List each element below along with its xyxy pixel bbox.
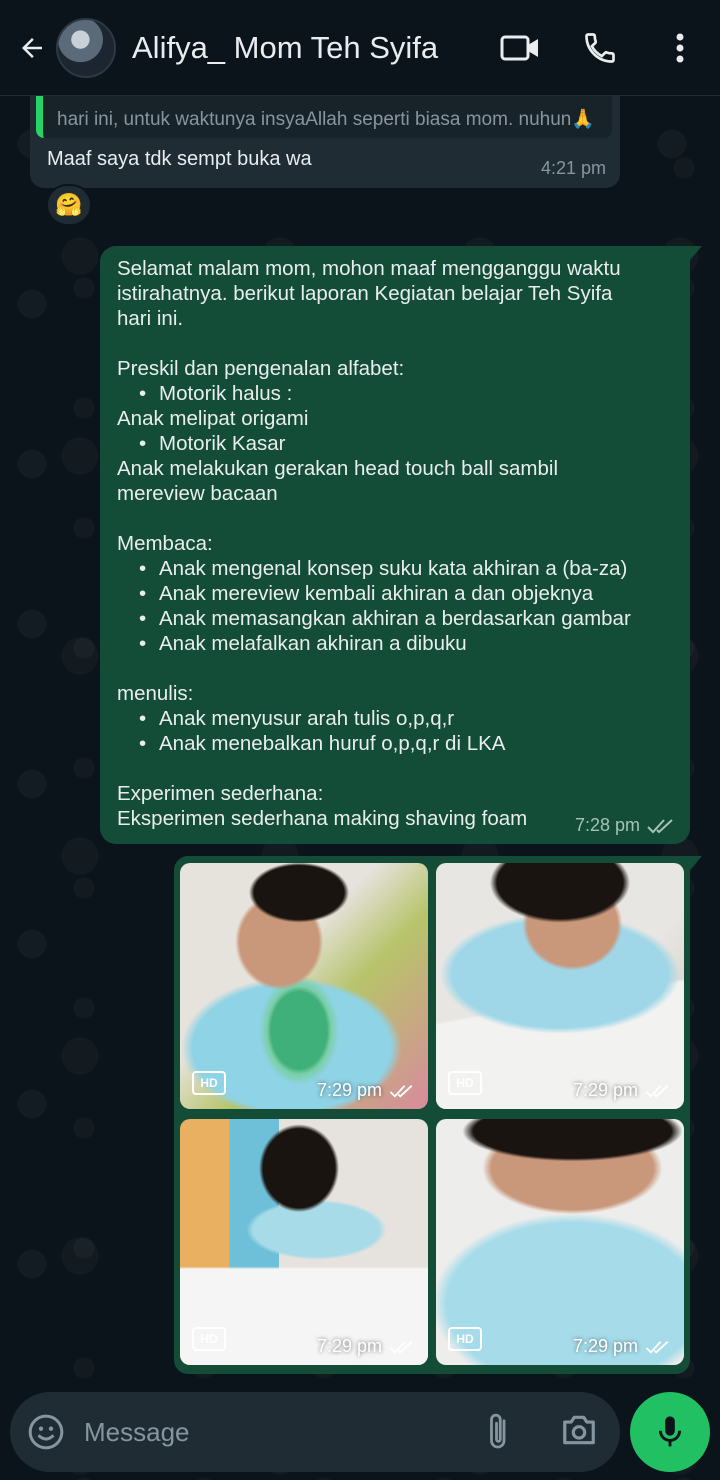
bullet-text: Anak melafalkan akhiran a dibuku — [159, 632, 467, 655]
message-input[interactable] — [84, 1414, 464, 1450]
contact-name[interactable]: Alifya_ Mom Teh Syifa — [132, 30, 438, 66]
more-vert-icon — [676, 33, 684, 63]
bullet-text: Anak menebalkan huruf o,p,q,r di LKA — [159, 732, 506, 755]
message-line: istirahatnya. berikut laporan Kegiatan b… — [117, 282, 613, 305]
bullet-item: • Anak menebalkan huruf o,p,q,r di LKA — [117, 731, 677, 756]
message-line: Selamat malam mom, mohon maaf mengganggu… — [117, 257, 621, 280]
message-line: menulis: — [117, 682, 194, 705]
incoming-message[interactable]: hari ini, untuk waktunya insyaAllah sepe… — [30, 80, 620, 188]
bullet-text: Anak mereview kembali akhiran a dan obje… — [159, 582, 594, 605]
double-check-icon — [389, 1084, 413, 1098]
bullet-dot: • — [139, 607, 147, 630]
bullet-dot: • — [139, 582, 147, 605]
bullet-dot: • — [139, 632, 147, 655]
photo-time-text: 7:29 pm — [572, 1080, 638, 1100]
bullet-item: • Anak melafalkan akhiran a dibuku — [117, 631, 677, 656]
bullet-item: • Motorik Kasar — [117, 431, 677, 456]
hd-badge: HD — [192, 1071, 226, 1095]
voice-call-button[interactable] — [560, 0, 640, 96]
message-line: Anak melipat origami — [117, 407, 309, 430]
media-album: HD 7:29 pm HD 7:29 pm HD 7:29 pm HD 7:29… — [174, 856, 702, 1374]
double-check-icon — [645, 1340, 669, 1354]
hd-badge: HD — [448, 1071, 482, 1095]
voice-record-button[interactable] — [630, 1392, 710, 1472]
message-time: 7:28 pm — [574, 815, 640, 835]
message-composer — [10, 1392, 620, 1472]
hd-badge: HD — [448, 1327, 482, 1351]
message-line: Preskil dan pengenalan alfabet: — [117, 357, 405, 380]
outgoing-message[interactable]: Selamat malam mom, mohon maaf mengganggu… — [100, 246, 702, 844]
message-line: Membaca: — [117, 532, 213, 555]
bullet-dot: • — [139, 382, 147, 405]
video-call-button[interactable] — [480, 0, 560, 96]
message-text: Maaf saya tdk sempt buka wa — [47, 148, 312, 170]
emoji-button[interactable] — [26, 1412, 66, 1452]
bullet-text: Anak memasangkan akhiran a berdasarkan g… — [159, 607, 631, 630]
bullet-item: • Anak mereview kembali akhiran a dan obj… — [117, 581, 677, 606]
photo-thumbnail[interactable]: HD 7:29 pm — [180, 863, 428, 1109]
message-line: hari ini. — [117, 307, 184, 330]
bullet-text: Anak menyusur arah tulis o,p,q,r — [159, 707, 455, 730]
photo-thumbnail[interactable]: HD 7:29 pm — [436, 1119, 684, 1365]
camera-icon — [563, 1415, 595, 1445]
bullet-text: Anak mengenal konsep suku kata akhiran a… — [159, 557, 628, 580]
microphone-icon — [658, 1416, 682, 1447]
attach-button[interactable] — [484, 1410, 524, 1454]
message-meta: 7:28 pm — [575, 815, 676, 836]
photo-time: 7:29 pm — [317, 1080, 416, 1101]
message-line: mereview bacaan — [117, 482, 278, 505]
bullet-text: Motorik halus : — [159, 382, 293, 405]
photo-time-text: 7:29 pm — [316, 1080, 382, 1100]
photo-time-text: 7:29 pm — [316, 1336, 382, 1356]
photo-thumbnail[interactable]: HD 7:29 pm — [180, 1119, 428, 1365]
bullet-dot: • — [139, 732, 147, 755]
bullet-item: • Anak memasangkan akhiran a berdasarkan … — [117, 606, 677, 631]
back-arrow-icon — [22, 37, 42, 58]
photo-time: 7:29 pm — [573, 1080, 672, 1101]
chat-header: Alifya_ Mom Teh Syifa — [0, 0, 720, 96]
photo-time-text: 7:29 pm — [572, 1336, 638, 1356]
double-check-icon — [389, 1340, 413, 1354]
photo-thumbnail[interactable]: HD 7:29 pm — [436, 863, 684, 1109]
paperclip-icon — [490, 1413, 506, 1449]
hd-badge: HD — [192, 1327, 226, 1351]
quoted-message-text: hari ini, untuk waktunya insyaAllah sepe… — [57, 109, 595, 130]
message-line: Experimen sederhana: — [117, 782, 324, 805]
phone-icon — [585, 33, 615, 63]
message-time: 4:21 pm — [540, 158, 606, 178]
double-check-icon — [645, 1084, 669, 1098]
bullet-dot: • — [139, 557, 147, 580]
photo-time: 7:29 pm — [573, 1336, 672, 1357]
more-options-button[interactable] — [640, 0, 720, 96]
bullet-text: Motorik Kasar — [159, 432, 286, 455]
double-check-icon — [647, 818, 673, 833]
contact-avatar[interactable] — [56, 17, 116, 78]
bullet-item: • Motorik halus : — [117, 381, 677, 406]
photo-time: 7:29 pm — [317, 1336, 416, 1357]
video-call-icon — [500, 35, 538, 61]
bullet-dot: • — [139, 432, 147, 455]
bullet-dot: • — [139, 707, 147, 730]
bullet-item: • Anak menyusur arah tulis o,p,q,r — [117, 706, 677, 731]
emoji-icon — [28, 1414, 64, 1450]
message-body: Selamat malam mom, mohon maaf mengganggu… — [117, 256, 677, 831]
message-line: Anak melakukan gerakan head touch ball s… — [117, 457, 559, 480]
back-button[interactable] — [4, 0, 60, 96]
bullet-item: • Anak mengenal konsep suku kata akhiran … — [117, 556, 677, 581]
reaction-badge[interactable]: 🤗 — [46, 184, 92, 226]
camera-button[interactable] — [560, 1412, 600, 1452]
